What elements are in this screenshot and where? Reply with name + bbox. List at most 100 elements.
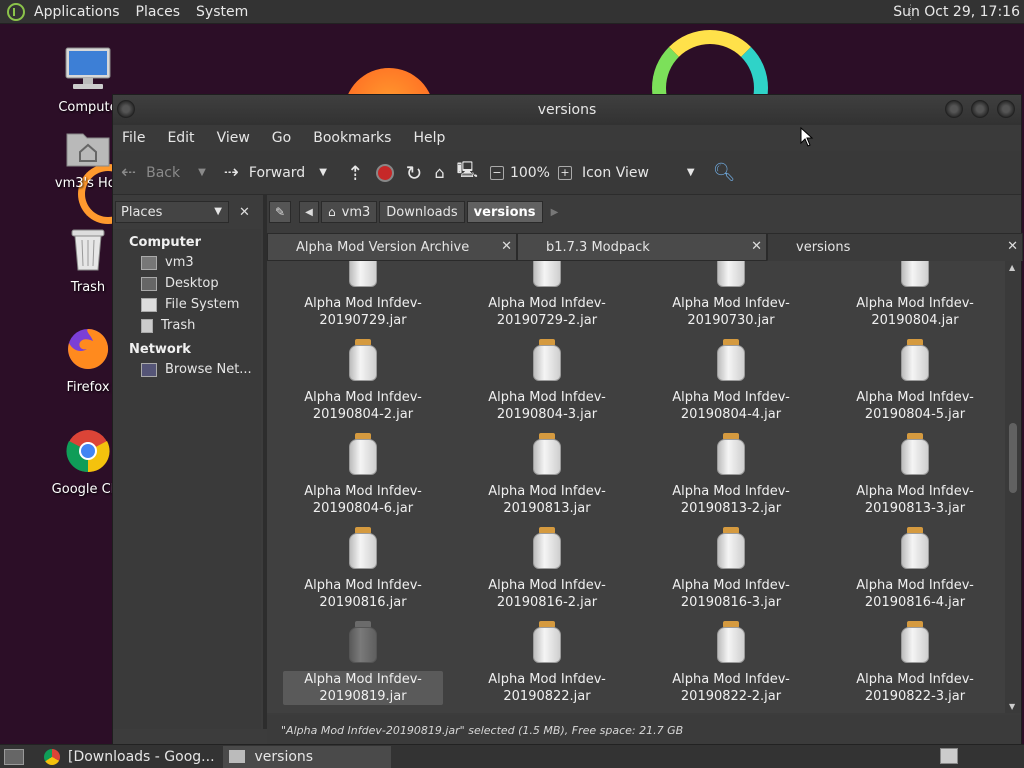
jar-file-icon	[346, 527, 380, 571]
file-item[interactable]: Alpha Mod Infdev- 20190813.jar	[467, 433, 627, 517]
file-icon-view[interactable]: Alpha Mod Infdev- 20190729.jar Alpha Mod I…	[267, 261, 1005, 713]
menu-system[interactable]: System	[196, 4, 248, 20]
file-item[interactable]: Alpha Mod Infdev- 20190819.jar	[283, 621, 443, 705]
jar-file-icon	[898, 527, 932, 571]
close-button[interactable]	[997, 100, 1015, 118]
side-pane-selector[interactable]: Places ▼	[115, 201, 229, 223]
clock[interactable]: Sun Oct 29, 17:16	[893, 4, 1020, 20]
file-name-line: 20190729-2.jar	[496, 313, 598, 328]
file-item[interactable]: Alpha Mod Infdev- 20190822-3.jar	[835, 621, 995, 705]
sidebar-item-trash[interactable]: Trash	[113, 315, 261, 336]
forward-label: Forward	[248, 164, 306, 181]
close-side-pane-icon[interactable]: ✕	[239, 205, 250, 220]
search-icon[interactable]: 🔍︎	[713, 162, 736, 183]
workspace-switcher-icon[interactable]	[940, 748, 958, 764]
scroll-down-arrow-icon[interactable]: ▼	[1009, 702, 1015, 711]
tab-alpha-mod-version-archive[interactable]: Alpha Mod Version Archive ✕	[267, 233, 517, 261]
file-item[interactable]: Alpha Mod Infdev- 20190804-4.jar	[651, 339, 811, 423]
tab-label: b1.7.3 Modpack	[546, 239, 650, 255]
file-item[interactable]: Alpha Mod Infdev- 20190816-2.jar	[467, 527, 627, 611]
mint-logo-icon[interactable]	[7, 2, 25, 21]
file-item[interactable]: Alpha Mod Infdev- 20190816-3.jar	[651, 527, 811, 611]
file-item[interactable]: Alpha Mod Infdev- 20190813-2.jar	[651, 433, 811, 517]
file-name-line: Alpha Mod Infdev-	[304, 390, 422, 405]
file-item[interactable]: Alpha Mod Infdev- 20190822.jar	[467, 621, 627, 705]
file-item[interactable]: Alpha Mod Infdev- 20190822-2.jar	[651, 621, 811, 705]
edit-location-icon[interactable]: ✎	[269, 201, 291, 223]
file-name-line: 20190813-2.jar	[680, 501, 782, 516]
tab-b173-modpack[interactable]: b1.7.3 Modpack ✕	[517, 233, 767, 261]
status-bar: "Alpha Mod Infdev-20190819.jar" selected…	[267, 715, 1021, 745]
path-scroll-left-icon[interactable]: ◀	[299, 201, 319, 223]
sidebar-item-browse-network[interactable]: Browse Net...	[113, 359, 261, 380]
path-button-downloads[interactable]: Downloads	[379, 201, 465, 223]
close-tab-icon[interactable]: ✕	[751, 239, 762, 254]
up-arrow-icon[interactable]: ⇡	[347, 161, 364, 185]
zoom-level[interactable]: 100%	[510, 165, 550, 181]
minimize-button[interactable]	[945, 100, 963, 118]
file-name-line: 20190816-3.jar	[680, 595, 782, 610]
file-item[interactable]: Alpha Mod Infdev- 20190730.jar	[651, 261, 811, 329]
vertical-scrollbar[interactable]: ▲ ▼	[1005, 261, 1021, 713]
jar-file-icon	[346, 621, 380, 665]
side-pane-selector-label: Places	[121, 204, 163, 220]
reload-icon[interactable]: ↻	[406, 161, 423, 185]
close-tab-icon[interactable]: ✕	[1007, 239, 1018, 254]
menu-places[interactable]: Places	[136, 4, 181, 20]
back-button[interactable]: ⇠ Back ▼	[121, 162, 206, 183]
scroll-up-arrow-icon[interactable]: ▲	[1009, 263, 1015, 272]
file-item[interactable]: Alpha Mod Infdev- 20190816-4.jar	[835, 527, 995, 611]
file-item[interactable]: Alpha Mod Infdev- 20190729-2.jar	[467, 261, 627, 329]
menu-file[interactable]: File	[122, 130, 145, 146]
path-scroll-right-icon[interactable]: ▶	[545, 201, 565, 223]
sidebar-item-vm3[interactable]: vm3	[113, 252, 261, 273]
toolbar: ⇠ Back ▼ ⇢ Forward ▼ ⇡ ↻ ⌂ 🖳 − 100% + Ic…	[113, 151, 1021, 195]
zoom-out-icon[interactable]: −	[489, 165, 504, 180]
back-history-dropdown-icon[interactable]: ▼	[198, 167, 206, 178]
menu-bookmarks[interactable]: Bookmarks	[313, 130, 391, 146]
file-item[interactable]: Alpha Mod Infdev- 20190804-5.jar	[835, 339, 995, 423]
zoom-in-icon[interactable]: +	[557, 165, 572, 180]
file-name-line: 20190729.jar	[319, 313, 407, 328]
file-item[interactable]: Alpha Mod Infdev- 20190804.jar	[835, 261, 995, 329]
show-desktop-icon[interactable]	[4, 748, 24, 765]
path-button-vm3[interactable]: ⌂ vm3	[321, 201, 378, 223]
view-mode-select[interactable]: Icon View ▼	[582, 165, 695, 181]
scrollbar-thumb[interactable]	[1009, 423, 1017, 493]
file-item[interactable]: Alpha Mod Infdev- 20190816.jar	[283, 527, 443, 611]
forward-history-dropdown-icon[interactable]: ▼	[319, 167, 327, 178]
menu-view[interactable]: View	[217, 130, 250, 146]
file-name-line: Alpha Mod Infdev-	[672, 672, 790, 687]
file-name-line: Alpha Mod Infdev-	[856, 578, 974, 593]
tab-versions[interactable]: versions ✕	[767, 233, 1023, 261]
places-sidebar: Computer vm3 Desktop File System Trash N…	[113, 229, 261, 729]
side-pane-header: Places ▼ ✕	[115, 199, 261, 225]
window-titlebar[interactable]: versions	[113, 95, 1021, 125]
home-icon[interactable]: ⌂	[434, 163, 444, 182]
close-tab-icon[interactable]: ✕	[501, 239, 512, 254]
maximize-button[interactable]	[971, 100, 989, 118]
file-item[interactable]: Alpha Mod Infdev- 20190813-3.jar	[835, 433, 995, 517]
file-item[interactable]: Alpha Mod Infdev- 20190804-2.jar	[283, 339, 443, 423]
file-name: Alpha Mod Infdev- 20190822.jar	[467, 671, 627, 705]
file-item[interactable]: Alpha Mod Infdev- 20190729.jar	[283, 261, 443, 329]
forward-button[interactable]: ⇢ Forward ▼	[224, 162, 327, 183]
path-label: Downloads	[386, 204, 458, 220]
taskbar-item-chrome[interactable]: [Downloads - Goog...	[38, 746, 221, 768]
menu-edit[interactable]: Edit	[167, 130, 194, 146]
sidebar-item-desktop[interactable]: Desktop	[113, 273, 261, 294]
computer-toolbar-icon[interactable]: 🖳	[457, 159, 478, 186]
menu-go[interactable]: Go	[272, 130, 291, 146]
file-name-line: 20190804-2.jar	[312, 407, 414, 422]
stop-icon[interactable]	[375, 163, 394, 182]
sidebar-item-label: Desktop	[165, 276, 219, 291]
file-name: Alpha Mod Infdev- 20190804.jar	[835, 295, 995, 329]
file-item[interactable]: Alpha Mod Infdev- 20190804-6.jar	[283, 433, 443, 517]
taskbar-item-versions[interactable]: versions	[222, 745, 391, 768]
path-button-versions[interactable]: versions	[466, 201, 543, 223]
file-item[interactable]: Alpha Mod Infdev- 20190804-3.jar	[467, 339, 627, 423]
menu-applications[interactable]: Applications	[34, 4, 120, 20]
menu-help[interactable]: Help	[413, 130, 445, 146]
bottom-panel: [Downloads - Goog... versions	[0, 744, 1024, 768]
sidebar-item-file-system[interactable]: File System	[113, 294, 261, 315]
